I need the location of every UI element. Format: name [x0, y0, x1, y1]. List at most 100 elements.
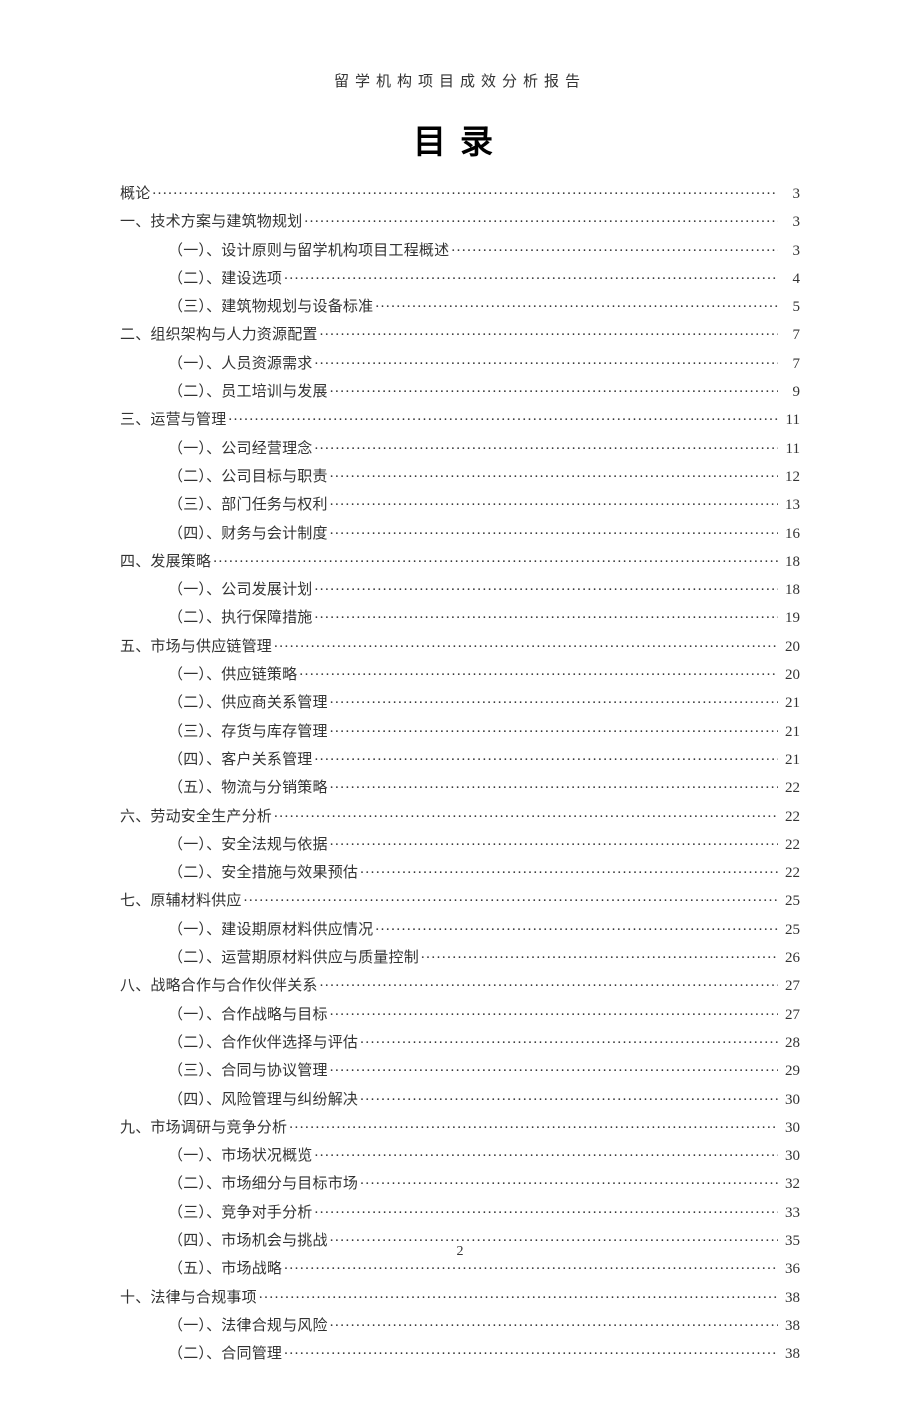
toc-entry[interactable]: （一）、合作战略与目标27: [168, 1004, 800, 1023]
toc-entry-page: 18: [780, 583, 800, 598]
toc-entry[interactable]: （二）、运营期原材料供应与质量控制26: [168, 947, 800, 966]
toc-entry-page: 22: [780, 838, 800, 853]
toc-entry-label: （二）、合作伙伴选择与评估: [168, 1036, 358, 1051]
toc-entry-label: （三）、建筑物规划与设备标准: [168, 300, 373, 315]
toc-entry[interactable]: 八、战略合作与合作伙伴关系 27: [120, 975, 800, 994]
toc-entry-label: （二）、合同管理: [168, 1347, 282, 1362]
table-of-contents: 概论3一、技术方案与建筑物规划3（一）、设计原则与留学机构项目工程概述3（二）、…: [120, 183, 800, 1362]
toc-entry[interactable]: （二）、供应商关系管理21: [168, 692, 800, 711]
toc-leader-dots: [360, 1173, 778, 1188]
toc-entry[interactable]: （三）、竞争对手分析33: [168, 1202, 800, 1221]
toc-entry[interactable]: 十、法律与合规事项38: [120, 1287, 800, 1306]
toc-entry-label: 四、发展策略: [120, 555, 211, 570]
toc-leader-dots: [315, 607, 778, 622]
toc-entry-page: 16: [780, 527, 800, 542]
toc-entry-page: 11: [780, 413, 800, 428]
toc-entry[interactable]: 一、技术方案与建筑物规划 3: [120, 211, 800, 230]
toc-leader-dots: [330, 1060, 778, 1075]
toc-entry[interactable]: 九、市场调研与竞争分析30: [120, 1117, 800, 1136]
toc-entry-label: 八、战略合作与合作伙伴关系: [120, 979, 318, 994]
toc-leader-dots: [330, 1004, 778, 1019]
toc-entry-page: 27: [780, 979, 800, 994]
toc-entry[interactable]: （二）、员工培训与发展9: [168, 381, 800, 400]
toc-leader-dots: [284, 268, 778, 283]
toc-entry[interactable]: 七、原辅材料供应25: [120, 890, 800, 909]
toc-entry-page: 28: [780, 1036, 800, 1051]
toc-entry[interactable]: （四）、风险管理与纠纷解决 30: [168, 1089, 800, 1108]
toc-leader-dots: [274, 806, 778, 821]
toc-entry[interactable]: （一）、建设期原材料供应情况25: [168, 919, 800, 938]
toc-entry[interactable]: （二）、公司目标与职责12: [168, 466, 800, 485]
toc-leader-dots: [315, 1145, 778, 1160]
toc-entry-page: 38: [780, 1347, 800, 1362]
toc-leader-dots: [330, 523, 778, 538]
toc-entry[interactable]: （二）、合作伙伴选择与评估 28: [168, 1032, 800, 1051]
toc-entry-label: （三）、合同与协议管理: [168, 1064, 328, 1079]
toc-entry-page: 4: [780, 272, 800, 287]
toc-entry[interactable]: 五、市场与供应链管理20: [120, 636, 800, 655]
toc-entry[interactable]: （三）、合同与协议管理 29: [168, 1060, 800, 1079]
toc-entry[interactable]: （三）、部门任务与权利 13: [168, 494, 800, 513]
toc-leader-dots: [421, 947, 778, 962]
toc-entry-page: 29: [780, 1064, 800, 1079]
toc-entry-page: 22: [780, 781, 800, 796]
toc-entry[interactable]: （二）、市场细分与目标市场 32: [168, 1173, 800, 1192]
toc-leader-dots: [330, 1230, 778, 1245]
toc-entry-page: 27: [780, 1008, 800, 1023]
toc-entry[interactable]: （三）、存货与库存管理21: [168, 721, 800, 740]
toc-entry-label: （四）、风险管理与纠纷解决: [168, 1093, 358, 1108]
toc-entry[interactable]: （四）、客户关系管理21: [168, 749, 800, 768]
toc-entry-page: 13: [780, 498, 800, 513]
toc-entry-page: 30: [780, 1093, 800, 1108]
toc-entry-label: （一）、法律合规与风险: [168, 1319, 328, 1334]
toc-entry-label: 概论: [120, 187, 150, 202]
toc-entry-label: （二）、供应商关系管理: [168, 696, 328, 711]
toc-entry[interactable]: 二、组织架构与人力资源配置7: [120, 324, 800, 343]
toc-entry-label: （二）、市场细分与目标市场: [168, 1177, 358, 1192]
toc-entry[interactable]: （五）、物流与分销策略22: [168, 777, 800, 796]
toc-entry-page: 3: [780, 215, 800, 230]
toc-entry-label: 二、组织架构与人力资源配置: [120, 328, 318, 343]
toc-entry-label: （一）、人员资源需求: [168, 357, 313, 372]
toc-leader-dots: [315, 353, 778, 368]
toc-entry-label: （二）、执行保障措施: [168, 611, 313, 626]
toc-leader-dots: [244, 890, 778, 905]
toc-entry[interactable]: （二）、合同管理 38: [168, 1343, 800, 1362]
toc-entry[interactable]: （一）、法律合规与风险38: [168, 1315, 800, 1334]
toc-entry[interactable]: （一）、市场状况概览30: [168, 1145, 800, 1164]
toc-entry-label: （一）、供应链策略: [168, 668, 297, 683]
toc-entry[interactable]: 概论3: [120, 183, 800, 202]
toc-entry-page: 3: [780, 244, 800, 259]
toc-entry-label: 五、市场与供应链管理: [120, 640, 272, 655]
toc-entry-label: 一、技术方案与建筑物规划: [120, 215, 302, 230]
toc-entry-page: 11: [780, 442, 800, 457]
toc-entry[interactable]: （二）、建设选项 4: [168, 268, 800, 287]
toc-entry-label: （三）、部门任务与权利: [168, 498, 328, 513]
toc-entry-label: （五）、市场战略: [168, 1262, 282, 1277]
toc-leader-dots: [284, 1343, 778, 1358]
toc-entry[interactable]: （二）、执行保障措施19: [168, 607, 800, 626]
toc-entry[interactable]: 三、运营与管理11: [120, 409, 800, 428]
toc-leader-dots: [289, 1117, 778, 1132]
toc-entry[interactable]: （五）、市场战略36: [168, 1258, 800, 1277]
toc-leader-dots: [299, 664, 778, 679]
toc-leader-dots: [315, 749, 778, 764]
toc-entry-page: 32: [780, 1177, 800, 1192]
toc-entry-label: （四）、财务与会计制度: [168, 527, 328, 542]
toc-leader-dots: [330, 834, 778, 849]
toc-entry[interactable]: （一）、供应链策略20: [168, 664, 800, 683]
toc-entry-label: （二）、建设选项: [168, 272, 282, 287]
toc-entry[interactable]: （二）、安全措施与效果预估22: [168, 862, 800, 881]
toc-entry[interactable]: （一）、安全法规与依据22: [168, 834, 800, 853]
toc-entry[interactable]: （一）、公司经营理念11: [168, 438, 800, 457]
toc-leader-dots: [315, 1202, 778, 1217]
toc-entry[interactable]: （一）、设计原则与留学机构项目工程概述3: [168, 240, 800, 259]
toc-entry[interactable]: （四）、财务与会计制度 16: [168, 523, 800, 542]
toc-entry[interactable]: （三）、建筑物规划与设备标准5: [168, 296, 800, 315]
toc-entry-page: 18: [780, 555, 800, 570]
toc-entry[interactable]: 四、发展策略 18: [120, 551, 800, 570]
toc-entry[interactable]: 六、劳动安全生产分析22: [120, 806, 800, 825]
toc-entry-page: 26: [780, 951, 800, 966]
toc-entry[interactable]: （一）、公司发展计划18: [168, 579, 800, 598]
toc-entry[interactable]: （一）、人员资源需求7: [168, 353, 800, 372]
